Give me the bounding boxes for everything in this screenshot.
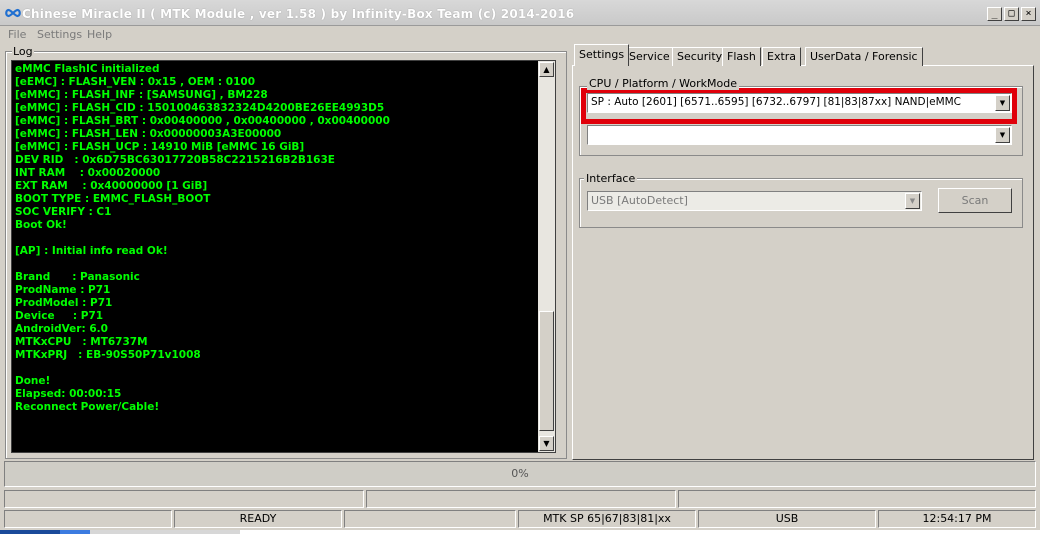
log-line: ProdName : P71 (15, 284, 111, 296)
log-line: MTKxPRJ : EB-90S50P71v1008 (15, 349, 201, 361)
tab-service[interactable]: Service (624, 47, 675, 66)
scroll-up-icon[interactable]: ▲ (539, 62, 554, 77)
maximize-button[interactable]: □ (1004, 7, 1019, 21)
chevron-down-icon[interactable]: ▼ (905, 193, 920, 209)
title-bar: Chinese Miracle II ( MTK Module , ver 1.… (0, 0, 1040, 26)
chevron-down-icon[interactable]: ▼ (995, 127, 1010, 143)
menu-settings[interactable]: Settings (37, 28, 82, 41)
tab-extra[interactable]: Extra (762, 47, 802, 66)
status-platform: MTK SP 65|67|83|81|xx (518, 510, 696, 528)
red-highlight-box (581, 88, 1017, 124)
log-line: Elapsed: 00:00:15 (15, 388, 122, 400)
log-line: EXT RAM : 0x40000000 [1 GiB] (15, 180, 208, 192)
interface-select[interactable]: USB [AutoDetect] ▼ (587, 191, 922, 211)
cpu-group-label: CPU / Platform / WorkMode (587, 77, 739, 90)
menu-bar: File Settings Help (0, 26, 1040, 44)
taskbar-strip (0, 530, 1040, 534)
taskbar-start-segment (0, 530, 60, 534)
tab-userdata-forensic[interactable]: UserData / Forensic (805, 47, 923, 66)
menu-file[interactable]: File (8, 28, 26, 41)
log-line: SOC VERIFY : C1 (15, 206, 112, 218)
taskbar-icon-segment (60, 530, 90, 534)
log-line: Brand : Panasonic (15, 271, 140, 283)
status-time: 12:54:17 PM (878, 510, 1036, 528)
log-scrollbar[interactable]: ▲ ▼ (538, 61, 555, 452)
scan-button[interactable]: Scan (938, 188, 1012, 213)
scroll-down-icon[interactable]: ▼ (539, 436, 554, 451)
log-line: Done! (15, 375, 51, 387)
taskbar-gap-segment (90, 530, 240, 534)
close-button[interactable]: × (1021, 7, 1036, 21)
menu-help[interactable]: Help (87, 28, 112, 41)
status-panel-upper-1 (4, 490, 364, 508)
progress-bar: 0% (4, 461, 1036, 487)
progress-text: 0% (511, 467, 529, 480)
status-panel-blank-2 (344, 510, 516, 528)
log-line: ProdModel : P71 (15, 297, 113, 309)
tab-settings[interactable]: Settings (574, 44, 630, 66)
interface-select-value: USB [AutoDetect] (591, 194, 688, 207)
log-line: [eEMC] : FLASH_VEN : 0x15 , OEM : 0100 (15, 76, 256, 88)
log-line: Reconnect Power/Cable! (15, 401, 160, 413)
log-line: Device : P71 (15, 310, 104, 322)
log-line: Boot Ok! (15, 219, 67, 231)
log-line: [AP] : Initial info read Ok! (15, 245, 168, 257)
log-line: [eMMC] : FLASH_INF : [SAMSUNG] , BM228 (15, 89, 268, 101)
status-panel-blank (4, 510, 172, 528)
log-line: [eMMC] : FLASH_BRT : 0x00400000 , 0x0040… (15, 115, 390, 127)
log-label: Log (12, 45, 34, 58)
log-line: MTKxCPU : MT6737M (15, 336, 148, 348)
scroll-thumb[interactable] (539, 311, 554, 431)
log-line: eMMC FlashIC initialized (15, 63, 160, 75)
status-panel-upper-3 (678, 490, 1036, 508)
log-line: [eMMC] : FLASH_UCP : 14910 MiB [eMMC 16 … (15, 141, 305, 153)
status-ready: READY (174, 510, 342, 528)
log-line: BOOT TYPE : EMMC_FLASH_BOOT (15, 193, 211, 205)
status-interface: USB (698, 510, 876, 528)
infinity-logo-icon (4, 7, 22, 19)
log-line: INT RAM : 0x00020000 (15, 167, 161, 179)
window-title: Chinese Miracle II ( MTK Module , ver 1.… (22, 7, 575, 21)
minimize-button[interactable]: _ (987, 7, 1002, 21)
log-output[interactable]: eMMC FlashIC initialized [eEMC] : FLASH_V… (11, 60, 556, 453)
status-bar-upper (4, 490, 1036, 508)
log-lines: eMMC FlashIC initialized [eEMC] : FLASH_V… (15, 63, 535, 414)
log-line: [eMMC] : FLASH_LEN : 0x00000003A3E00000 (15, 128, 282, 140)
tab-security[interactable]: Security (672, 47, 728, 66)
log-line: DEV RID : 0x6D75BC63017720B58C2215216B2B… (15, 154, 335, 166)
status-panel-upper-2 (366, 490, 676, 508)
log-line: AndroidVer: 6.0 (15, 323, 108, 335)
log-line: [eMMC] : FLASH_CID : 150100463832324D420… (15, 102, 385, 114)
interface-label: Interface (584, 172, 638, 185)
status-bar-lower: READY MTK SP 65|67|83|81|xx USB 12:54:17… (4, 510, 1036, 528)
secondary-select[interactable]: ▼ (587, 125, 1012, 145)
tab-flash[interactable]: Flash (722, 47, 761, 66)
